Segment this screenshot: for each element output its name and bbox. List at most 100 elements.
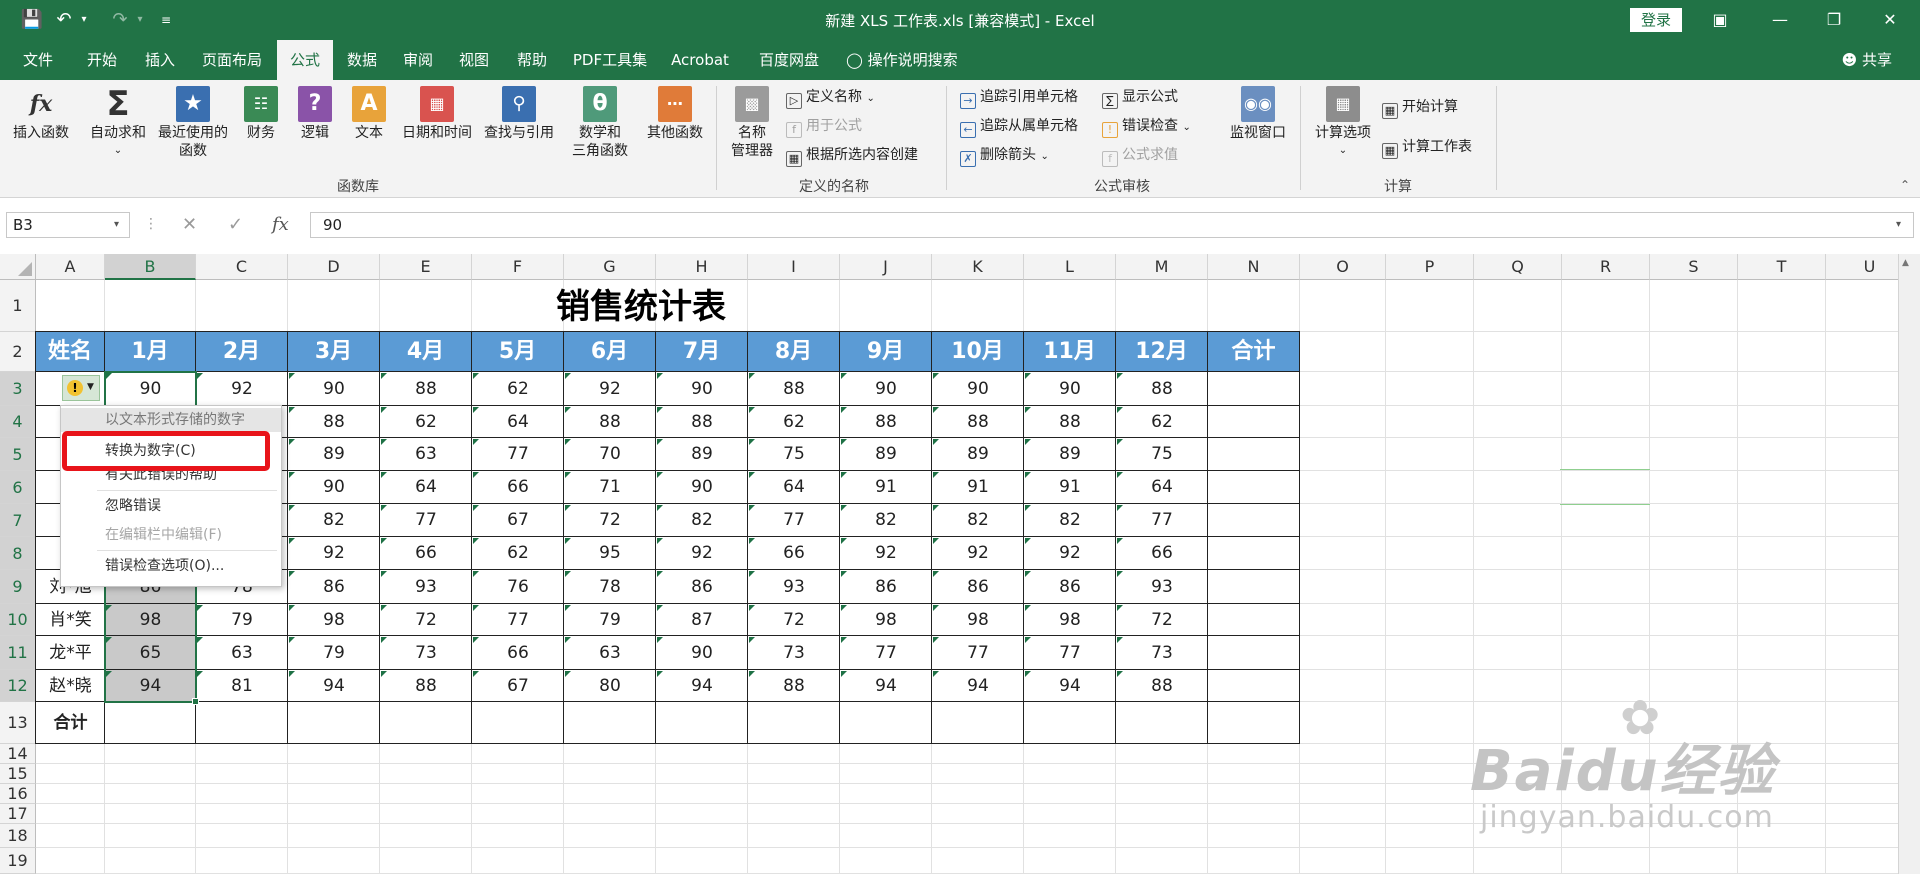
insert-function-button[interactable]: fx 插入函数 <box>8 86 74 142</box>
column-header[interactable]: O <box>1300 254 1386 280</box>
scroll-up-icon[interactable]: ▲ <box>1902 258 1909 268</box>
row-header[interactable]: 13 <box>0 702 36 744</box>
column-header[interactable]: L <box>1024 254 1116 280</box>
column-header[interactable]: B <box>105 254 196 280</box>
calc-options-button[interactable]: ▦ 计算选项 ⌄ <box>1310 86 1376 160</box>
tab-home[interactable]: 开始 <box>74 40 130 80</box>
table-total-cell[interactable] <box>748 702 840 744</box>
login-button[interactable]: 登录 <box>1630 8 1682 32</box>
expand-formula-bar-icon[interactable]: ▾ <box>1896 219 1901 230</box>
row-header[interactable]: 16 <box>0 784 36 804</box>
share-button[interactable]: ☻ 共享 <box>1842 40 1892 80</box>
tab-acrobat[interactable]: Acrobat <box>664 40 736 80</box>
table-total-cell[interactable] <box>1208 702 1300 744</box>
math-trig-button[interactable]: θ 数学和 三角函数 <box>562 86 638 160</box>
tab-help[interactable]: 帮助 <box>504 40 560 80</box>
row-header[interactable]: 10 <box>0 604 36 636</box>
table-header-cell[interactable]: 12月 <box>1116 332 1208 372</box>
row-header[interactable]: 7 <box>0 504 36 537</box>
formula-input[interactable]: 90 <box>310 212 1914 238</box>
calc-sheet-button[interactable]: ▦ 计算工作表 <box>1382 138 1472 159</box>
row-header[interactable]: 8 <box>0 537 36 570</box>
table-header-cell[interactable]: 4月 <box>380 332 472 372</box>
table-header-cell[interactable]: 10月 <box>932 332 1024 372</box>
table-total-cell[interactable] <box>1024 702 1116 744</box>
table-total-cell[interactable] <box>656 702 748 744</box>
column-header[interactable]: K <box>932 254 1024 280</box>
row-header[interactable]: 3 <box>0 372 36 406</box>
row-header[interactable]: 17 <box>0 804 36 824</box>
minimize-icon[interactable]: — <box>1760 6 1800 34</box>
error-checking-button[interactable]: ! 错误检查 ⌄ <box>1102 117 1191 138</box>
column-header[interactable]: D <box>288 254 380 280</box>
column-header[interactable]: R <box>1562 254 1650 280</box>
recently-used-button[interactable]: ★ 最近使用的 函数 <box>154 86 232 160</box>
column-header[interactable]: I <box>748 254 840 280</box>
table-total-cell[interactable] <box>1116 702 1208 744</box>
collapse-ribbon-icon[interactable]: ⌃ <box>1900 178 1910 192</box>
error-smart-tag[interactable]: ! ▼ <box>62 375 100 401</box>
trace-precedents-button[interactable]: → 追踪引用单元格 <box>960 88 1078 109</box>
name-box[interactable]: B3 <box>6 212 130 238</box>
row-header[interactable]: 2 <box>0 332 36 372</box>
column-header[interactable]: J <box>840 254 932 280</box>
row-header[interactable]: 4 <box>0 406 36 438</box>
table-total-cell[interactable] <box>196 702 288 744</box>
table-header-cell[interactable]: 1月 <box>105 332 196 372</box>
insert-function-icon[interactable]: fx <box>272 214 289 235</box>
column-header[interactable]: G <box>564 254 656 280</box>
table-total-cell[interactable] <box>564 702 656 744</box>
column-header[interactable]: Q <box>1474 254 1562 280</box>
tab-file[interactable]: 文件 <box>10 40 66 80</box>
column-header[interactable]: A <box>36 254 105 280</box>
row-header[interactable]: 15 <box>0 764 36 784</box>
define-name-button[interactable]: ▷ 定义名称 ⌄ <box>786 88 875 109</box>
tab-view[interactable]: 视图 <box>446 40 502 80</box>
vertical-scrollbar[interactable]: ▲ <box>1898 254 1920 874</box>
row-header[interactable]: 19 <box>0 848 36 874</box>
column-header[interactable]: F <box>472 254 564 280</box>
row-header[interactable]: 11 <box>0 636 36 670</box>
trace-dependents-button[interactable]: ← 追踪从属单元格 <box>960 117 1078 138</box>
row-header[interactable]: 9 <box>0 570 36 604</box>
ribbon-display-icon[interactable]: ▣ <box>1700 6 1740 34</box>
table-header-cell[interactable]: 11月 <box>1024 332 1116 372</box>
tab-insert[interactable]: 插入 <box>132 40 188 80</box>
column-header[interactable]: T <box>1738 254 1826 280</box>
column-header[interactable]: E <box>380 254 472 280</box>
row-header[interactable]: 18 <box>0 824 36 848</box>
table-header-cell[interactable]: 2月 <box>196 332 288 372</box>
tab-page-layout[interactable]: 页面布局 <box>192 40 272 80</box>
table-total-cell[interactable] <box>840 702 932 744</box>
financial-button[interactable]: ☷ 财务 <box>240 86 282 142</box>
table-header-cell[interactable]: 8月 <box>748 332 840 372</box>
table-header-cell[interactable]: 9月 <box>840 332 932 372</box>
row-header[interactable]: 6 <box>0 471 36 504</box>
menu-item-ignore-error[interactable]: 忽略错误 <box>61 494 281 518</box>
table-total-cell[interactable] <box>472 702 564 744</box>
tell-me-search[interactable]: ◯ 操作说明搜索 <box>846 40 986 80</box>
table-header-cell[interactable]: 3月 <box>288 332 380 372</box>
table-total-cell[interactable] <box>932 702 1024 744</box>
fill-handle[interactable] <box>192 698 199 705</box>
row-header[interactable]: 14 <box>0 744 36 764</box>
table-total-cell[interactable] <box>380 702 472 744</box>
table-header-cell[interactable]: 5月 <box>472 332 564 372</box>
remove-arrows-button[interactable]: ✗ 删除箭头 ⌄ <box>960 146 1049 167</box>
column-header[interactable]: C <box>196 254 288 280</box>
column-header[interactable]: H <box>656 254 748 280</box>
calc-now-button[interactable]: ▦ 开始计算 <box>1382 98 1458 119</box>
close-icon[interactable]: ✕ <box>1870 6 1910 34</box>
datetime-button[interactable]: ▦ 日期和时间 <box>398 86 476 142</box>
sheet-title[interactable]: 销售统计表 <box>36 280 1246 332</box>
text-button[interactable]: A 文本 <box>348 86 390 142</box>
create-from-selection-button[interactable]: ▦ 根据所选内容创建 <box>786 146 918 167</box>
watch-window-button[interactable]: ◉◉ 监视窗口 <box>1226 86 1290 142</box>
row-header[interactable]: 5 <box>0 438 36 471</box>
column-header[interactable]: N <box>1208 254 1300 280</box>
show-formulas-button[interactable]: ∑ 显示公式 <box>1102 88 1178 109</box>
table-header-cell[interactable]: 姓名 <box>36 332 105 372</box>
row-header[interactable]: 1 <box>0 280 36 332</box>
restore-icon[interactable]: ❐ <box>1814 6 1854 34</box>
column-header[interactable]: M <box>1116 254 1208 280</box>
